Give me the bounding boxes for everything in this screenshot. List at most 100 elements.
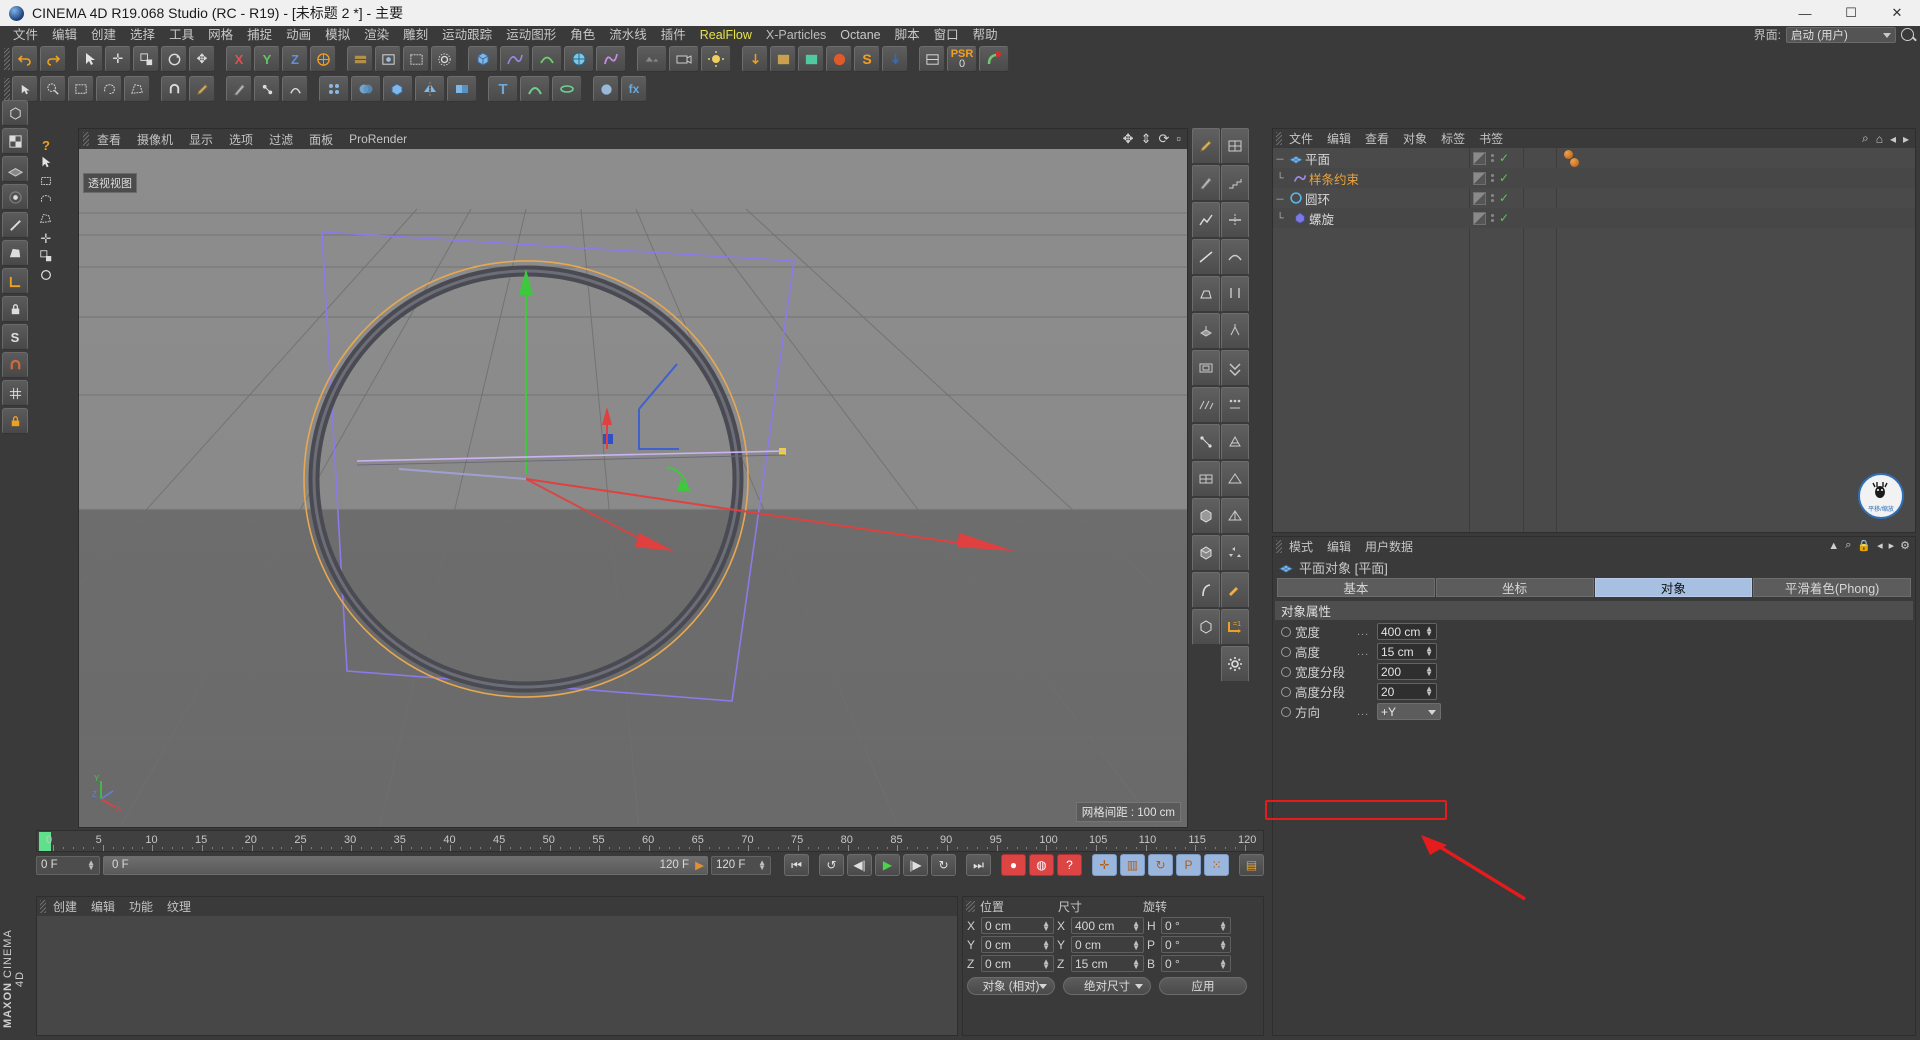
objmgr-search-icon[interactable]: ⌕: [1862, 131, 1869, 146]
menu-item-sculpt[interactable]: 雕刻: [396, 26, 435, 44]
attribute-header-icons[interactable]: ▲ ⌕ 🔒 ◂ ▸ ⚙: [1828, 539, 1910, 552]
attr-gear-icon[interactable]: ⚙: [1900, 539, 1910, 552]
interface-dropdown[interactable]: 启动 (用户): [1786, 26, 1896, 43]
apply-button[interactable]: 应用: [1159, 977, 1247, 995]
boole-object-button[interactable]: [351, 76, 381, 102]
property-radio-height-segments[interactable]: [1281, 686, 1291, 697]
weld-tool-button[interactable]: [254, 76, 280, 102]
go-to-start-button[interactable]: ⏮: [784, 854, 809, 876]
record-keyframe-button[interactable]: ●: [1001, 854, 1026, 876]
close-button[interactable]: ✕: [1874, 0, 1920, 26]
pin-button[interactable]: [882, 46, 908, 72]
tab-coordinates[interactable]: 坐标: [1435, 578, 1594, 597]
subdivide-icon[interactable]: [1192, 461, 1220, 497]
property-radio-width[interactable]: [1281, 626, 1291, 637]
coord-field-size-z[interactable]: 15 cm ▲ ▼: [1071, 955, 1144, 972]
line-tool-icon[interactable]: [1192, 239, 1220, 275]
coordinate-manager-grip[interactable]: [966, 901, 975, 912]
object-tree[interactable]: － 平面 ✓ └ 样条约束 ✓ － 圆环 ✓ └ 螺旋 ✓: [1273, 148, 1915, 532]
optimize-icon[interactable]: [1221, 387, 1249, 423]
coord-field-pos-x[interactable]: 0 cm ▲ ▼: [981, 917, 1054, 934]
pan-icon[interactable]: ✥: [1123, 131, 1134, 147]
menu-item-mesh[interactable]: 网格: [201, 26, 240, 44]
tag-box-icon[interactable]: [1473, 191, 1486, 205]
object-row-plane[interactable]: － 平面 ✓: [1273, 148, 1915, 168]
go-to-end-button[interactable]: ⏭: [966, 854, 991, 876]
reverse-normals-icon[interactable]: [1221, 350, 1249, 386]
play-marker-icon[interactable]: ▶: [695, 858, 704, 872]
material-manager-menu[interactable]: 创建 编辑 功能 纹理: [37, 897, 957, 916]
lathe-object-button[interactable]: [552, 76, 582, 102]
paint-tool-icon[interactable]: [1221, 572, 1249, 608]
world-object-toggle-button[interactable]: [310, 46, 336, 72]
matmgr-menu-edit[interactable]: 编辑: [84, 898, 122, 915]
history-forward-icon[interactable]: ▸: [1889, 539, 1895, 552]
property-row-height-segments[interactable]: 高度分段 20 ▲ ▼: [1273, 682, 1915, 701]
menu-item-file[interactable]: 文件: [6, 26, 45, 44]
brush-sculpt-icon[interactable]: [1192, 128, 1220, 164]
lock-icon[interactable]: 🔒: [1857, 539, 1871, 552]
viewport-canvas[interactable]: 透视视图 Y Z X 网格间距: 100 cm: [79, 149, 1187, 827]
menu-bar[interactable]: 文件 编辑 创建 选择 工具 网格 捕捉 动画 模拟 渲染 雕刻 运动跟踪 运动…: [0, 26, 1920, 44]
property-field-height[interactable]: 15 cm ▲ ▼: [1377, 643, 1437, 660]
object-tags-helix[interactable]: ✓: [1473, 211, 1509, 225]
split-icon[interactable]: [1221, 276, 1249, 312]
objmgr-menu-tags[interactable]: 标签: [1434, 130, 1472, 147]
object-name-circle[interactable]: 圆环: [1305, 189, 1330, 208]
matmgr-menu-function[interactable]: 功能: [122, 898, 160, 915]
knife-icon[interactable]: [1192, 165, 1220, 201]
slice-icon[interactable]: [1221, 202, 1249, 238]
visibility-dots-icon[interactable]: [1491, 154, 1494, 162]
knife-tool-button[interactable]: [226, 76, 252, 102]
scale-tool-button[interactable]: [133, 46, 159, 72]
viewport-nav-icons[interactable]: ✥ ⇕ ⟳ ▫: [1123, 131, 1181, 147]
interface-selector[interactable]: 界面: 启动 (用户): [1754, 26, 1914, 43]
objmgr-menu-view[interactable]: 查看: [1358, 130, 1396, 147]
spinner-icon[interactable]: ▲ ▼: [1132, 958, 1140, 971]
property-field-width-segments[interactable]: 200 ▲ ▼: [1377, 663, 1437, 680]
window-controls[interactable]: — ☐ ✕: [1782, 0, 1920, 26]
matrix-extrude-icon[interactable]: [1192, 387, 1220, 423]
menu-item-animate[interactable]: 动画: [279, 26, 318, 44]
expander-plane[interactable]: －: [1273, 151, 1287, 166]
object-manager-panel[interactable]: 文件 编辑 查看 对象 标签 书签 ⌕ ⌂ ◂ ▸ － 平面 ✓ └ 样条约束 …: [1272, 128, 1916, 533]
timeline-ruler[interactable]: 0 5 10 15 20 25 30 35 40 45 50 55 60 65 70 75 80 85 90 95 10…: [36, 830, 1264, 852]
poly-reduce-icon[interactable]: [1221, 424, 1249, 460]
camera-button[interactable]: [669, 46, 699, 72]
property-row-orientation[interactable]: 方向 ... +Y: [1273, 702, 1915, 721]
menu-item-plugins[interactable]: 插件: [654, 26, 693, 44]
viewport-menu-prorender[interactable]: ProRender: [341, 132, 415, 146]
light-button[interactable]: [701, 46, 731, 72]
objmgr-menu-objects[interactable]: 对象: [1396, 130, 1434, 147]
cube-prim2-icon[interactable]: [1192, 535, 1220, 571]
connect-object-button[interactable]: [447, 76, 477, 102]
objmgr-menu-file[interactable]: 文件: [1282, 130, 1320, 147]
bevel-icon[interactable]: [1192, 276, 1220, 312]
content-browser-button[interactable]: [826, 46, 852, 72]
psr-button[interactable]: PSR 0: [947, 46, 977, 72]
script-s-button[interactable]: S: [854, 46, 880, 72]
objmgr-menu-edit[interactable]: 编辑: [1320, 130, 1358, 147]
settings-gear-icon[interactable]: [1221, 646, 1249, 682]
property-field-height-segments[interactable]: 20 ▲ ▼: [1377, 683, 1437, 700]
property-row-width-segments[interactable]: 宽度分段 200 ▲ ▼: [1273, 662, 1915, 681]
move-axis-button[interactable]: ✥: [189, 46, 215, 72]
bend-deform-icon[interactable]: [1192, 572, 1220, 608]
spinner-icon[interactable]: ▲ ▼: [1219, 958, 1227, 971]
tag-box-icon[interactable]: [1473, 211, 1486, 225]
object-tags-plane[interactable]: ✓: [1473, 151, 1509, 165]
history-back-icon[interactable]: ◂: [1877, 539, 1883, 552]
spinner-icon[interactable]: ▲ ▼: [1042, 939, 1050, 952]
arch-grid-icon[interactable]: [1221, 128, 1249, 164]
visibility-dots-icon[interactable]: [1491, 194, 1494, 202]
play-button[interactable]: ▶: [875, 854, 900, 876]
coord-field-pos-z[interactable]: 0 cm ▲ ▼: [981, 955, 1054, 972]
attribute-tabs[interactable]: 基本 坐标 对象 平滑着色(Phong): [1277, 578, 1911, 597]
spinner-icon[interactable]: ▲ ▼: [87, 858, 95, 871]
enabled-check-icon[interactable]: ✓: [1499, 151, 1509, 165]
timeline-range-slider[interactable]: 0 F 120 F ▶: [103, 855, 708, 875]
attrmgr-menu-userdata[interactable]: 用户数据: [1358, 538, 1420, 555]
coord-field-size-x[interactable]: 400 cm ▲ ▼: [1071, 917, 1144, 934]
menu-item-select[interactable]: 选择: [123, 26, 162, 44]
objmgr-back-icon[interactable]: ◂: [1890, 132, 1896, 146]
